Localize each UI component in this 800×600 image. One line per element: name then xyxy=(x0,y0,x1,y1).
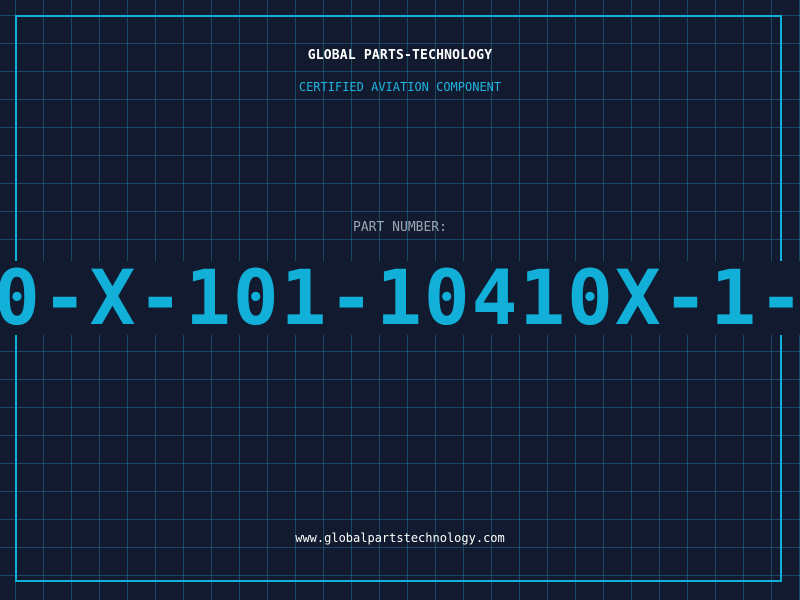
part-card: GLOBAL PARTS-TECHNOLOGY CERTIFIED AVIATI… xyxy=(0,0,800,600)
part-number-band: 10-X-101-10410X-1-1 xyxy=(0,261,800,335)
part-number-value: 10-X-101-10410X-1-1 xyxy=(0,261,800,335)
certification-subtitle: CERTIFIED AVIATION COMPONENT xyxy=(298,80,502,94)
part-number-label: PART NUMBER: xyxy=(353,220,447,235)
company-name: GLOBAL PARTS-TECHNOLOGY xyxy=(307,48,493,63)
website-url: www.globalpartstechnology.com xyxy=(295,531,505,545)
